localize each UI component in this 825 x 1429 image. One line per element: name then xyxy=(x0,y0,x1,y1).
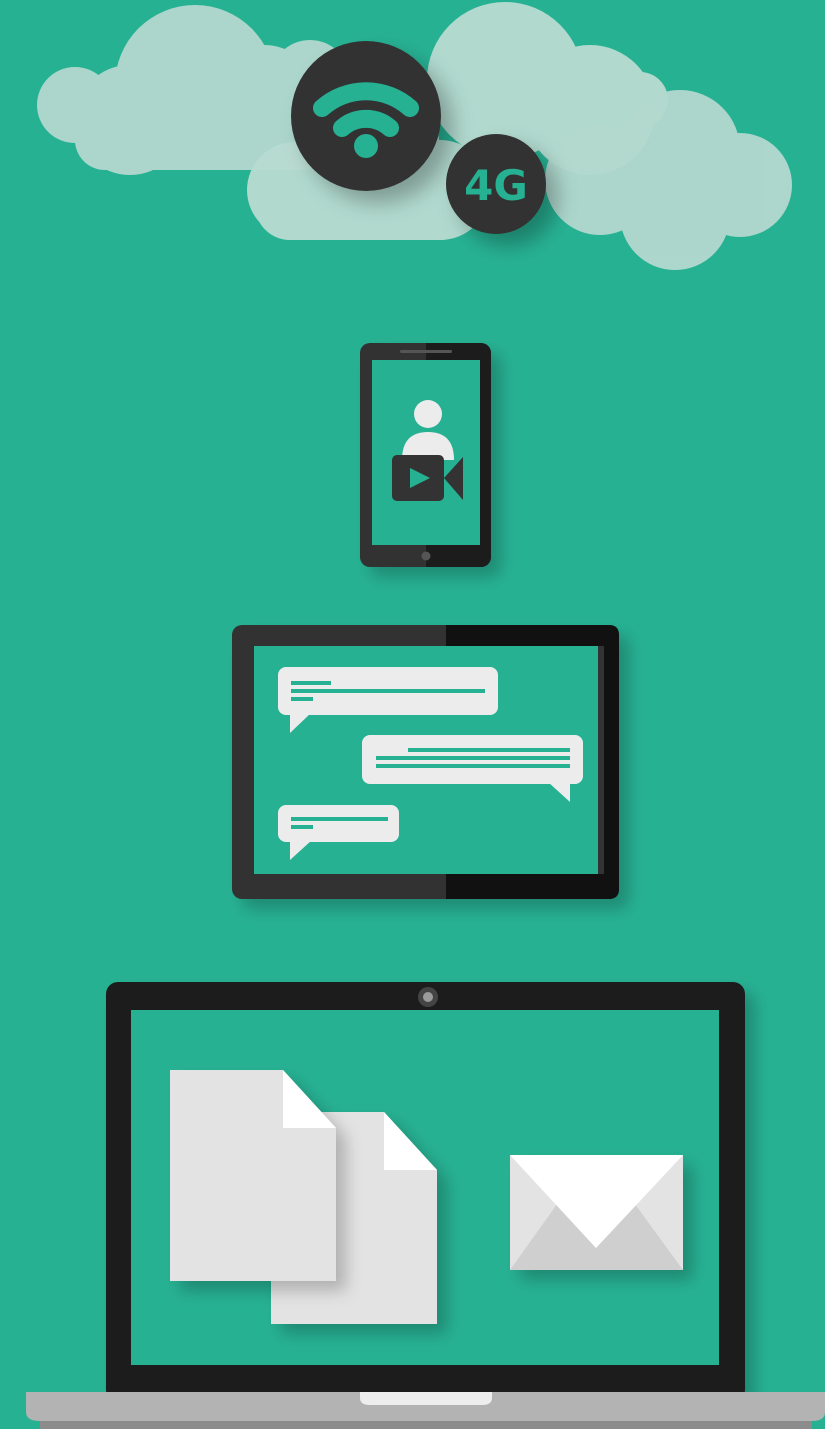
wifi-badge xyxy=(291,41,441,191)
4g-badge: 4G xyxy=(446,134,546,234)
phone-speaker xyxy=(400,350,452,353)
4g-label: 4G xyxy=(464,161,528,210)
tablet xyxy=(232,625,619,899)
illustration: 4G xyxy=(26,2,825,1429)
smartphone xyxy=(360,343,491,567)
laptop-notch xyxy=(360,1392,492,1405)
wifi-dot xyxy=(354,134,378,158)
document-icon xyxy=(170,1070,336,1281)
person-head-icon xyxy=(414,400,442,428)
laptop xyxy=(26,982,825,1429)
envelope-icon xyxy=(510,1155,683,1270)
phone-home-button xyxy=(421,551,431,561)
